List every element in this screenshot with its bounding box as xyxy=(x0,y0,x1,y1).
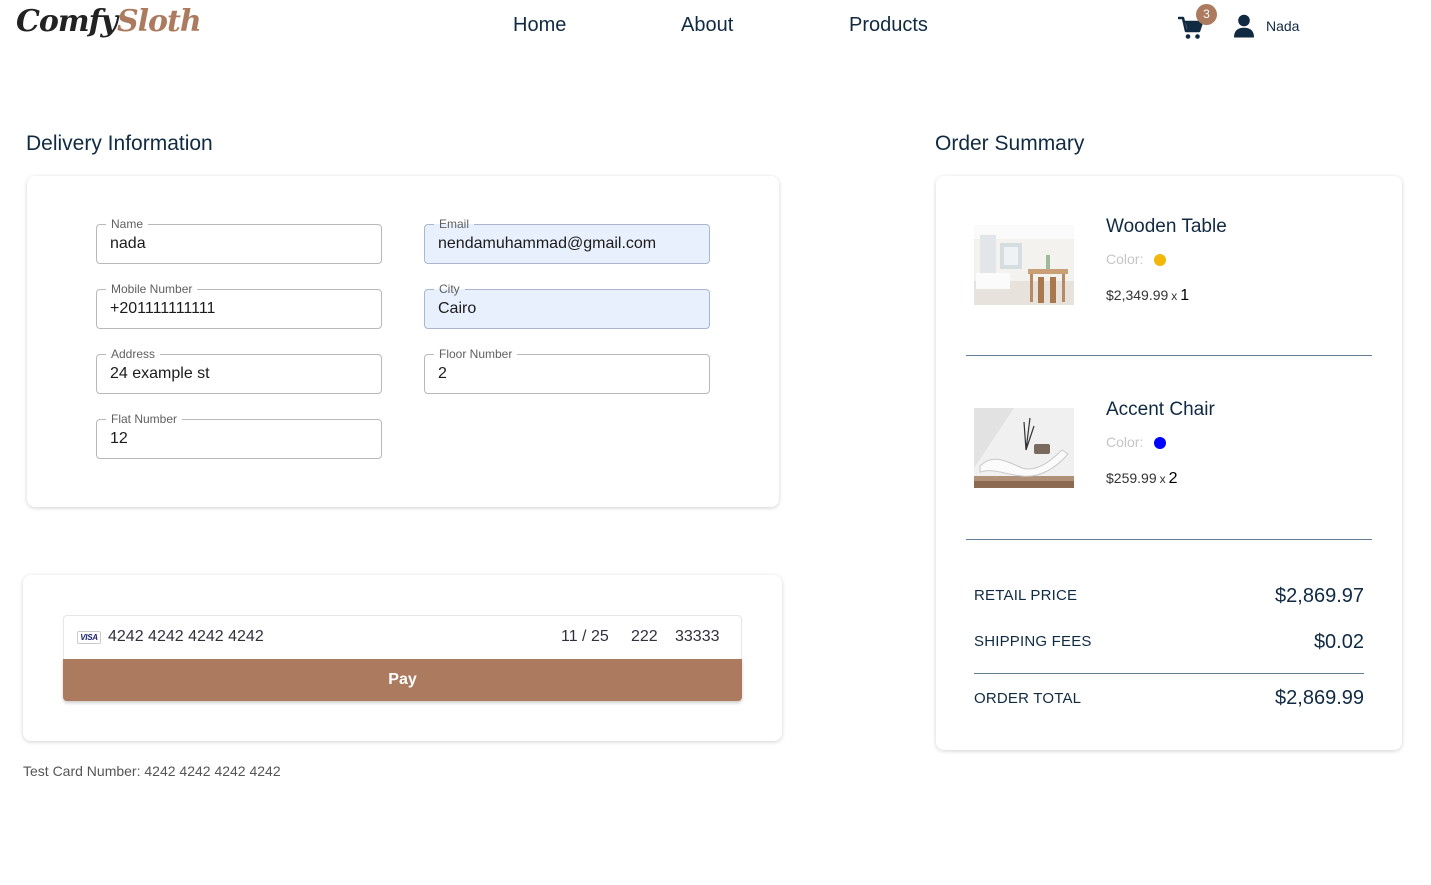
divider xyxy=(974,673,1364,674)
email-value: nendamuhammad@gmail.com xyxy=(438,235,657,252)
flat-number-value: 12 xyxy=(110,430,128,447)
cart-count-badge: 3 xyxy=(1196,4,1217,25)
user-name[interactable]: Nada xyxy=(1266,18,1299,34)
floor-number-label: Floor Number xyxy=(434,347,518,361)
card-cvc-input[interactable]: 222 xyxy=(631,628,658,646)
order-total-value: $2,869.99 xyxy=(1275,687,1364,709)
email-field[interactable]: Email nendamuhammad@gmail.com xyxy=(424,217,710,264)
item-price-line: $2,349.99 x 1 xyxy=(1106,287,1189,305)
address-value: 24 example st xyxy=(110,365,210,382)
floor-number-value: 2 xyxy=(438,365,447,382)
mobile-number-value: +201111111111 xyxy=(110,300,216,317)
nav-link-about[interactable]: About xyxy=(681,14,733,37)
item-quantity: 1 xyxy=(1180,287,1190,304)
floor-number-field[interactable]: Floor Number 2 xyxy=(424,347,710,394)
flat-number-label: Flat Number xyxy=(106,412,183,426)
nav-link-home[interactable]: Home xyxy=(513,14,566,37)
item-x: x xyxy=(1171,289,1178,303)
logo-part-1: Comfy xyxy=(16,4,118,39)
shipping-fees-value: $0.02 xyxy=(1313,631,1364,653)
item-color-label: Color: xyxy=(1106,251,1144,267)
card-details-input[interactable]: VISA 4242 4242 4242 4242 11 / 25 222 333… xyxy=(63,615,742,659)
nav-link-products[interactable]: Products xyxy=(849,14,928,37)
accent-chair-image xyxy=(974,408,1074,488)
card-expiry-input[interactable]: 11 / 25 xyxy=(561,628,609,646)
item-price: $2,349.99 xyxy=(1106,287,1169,303)
card-number-input[interactable]: 4242 4242 4242 4242 xyxy=(108,628,264,646)
address-field[interactable]: Address 24 example st xyxy=(96,347,382,394)
divider xyxy=(966,355,1372,356)
name-label: Name xyxy=(106,217,149,231)
name-field[interactable]: Name nada xyxy=(96,217,382,264)
color-swatch-blue xyxy=(1154,437,1166,449)
logo[interactable]: ComfySloth xyxy=(16,4,202,39)
logo-part-2: Sloth xyxy=(116,4,202,39)
city-label: City xyxy=(434,282,465,296)
item-price-line: $259.99 x 2 xyxy=(1106,470,1178,488)
flat-number-field[interactable]: Flat Number 12 xyxy=(96,412,382,459)
color-swatch-yellow xyxy=(1154,254,1166,266)
item-x: x xyxy=(1159,472,1166,486)
item-color-label: Color: xyxy=(1106,434,1144,450)
city-field[interactable]: City Cairo xyxy=(424,282,710,329)
email-label: Email xyxy=(434,217,475,231)
city-value: Cairo xyxy=(438,300,477,317)
item-name: Wooden Table xyxy=(1106,216,1227,237)
item-name: Accent Chair xyxy=(1106,399,1215,420)
retail-price-value: $2,869.97 xyxy=(1275,585,1364,607)
mobile-number-field[interactable]: Mobile Number +201111111111 xyxy=(96,282,382,329)
order-total-label: ORDER TOTAL xyxy=(974,690,1082,707)
delivery-title: Delivery Information xyxy=(26,132,213,155)
name-value: nada xyxy=(110,235,146,252)
order-summary-title: Order Summary xyxy=(935,132,1085,155)
mobile-number-label: Mobile Number xyxy=(106,282,198,296)
visa-icon: VISA xyxy=(77,631,101,644)
test-card-note: Test Card Number: 4242 4242 4242 4242 xyxy=(23,763,281,779)
card-zip-input[interactable]: 33333 xyxy=(675,628,720,646)
item-price: $259.99 xyxy=(1106,470,1157,486)
pay-button[interactable]: Pay xyxy=(63,659,742,701)
retail-price-label: RETAIL PRICE xyxy=(974,587,1078,604)
shipping-fees-label: SHIPPING FEES xyxy=(974,633,1092,650)
user-icon[interactable] xyxy=(1233,14,1255,38)
wooden-table-image xyxy=(974,225,1074,305)
address-label: Address xyxy=(106,347,161,361)
item-quantity: 2 xyxy=(1168,470,1178,487)
divider xyxy=(966,539,1372,540)
